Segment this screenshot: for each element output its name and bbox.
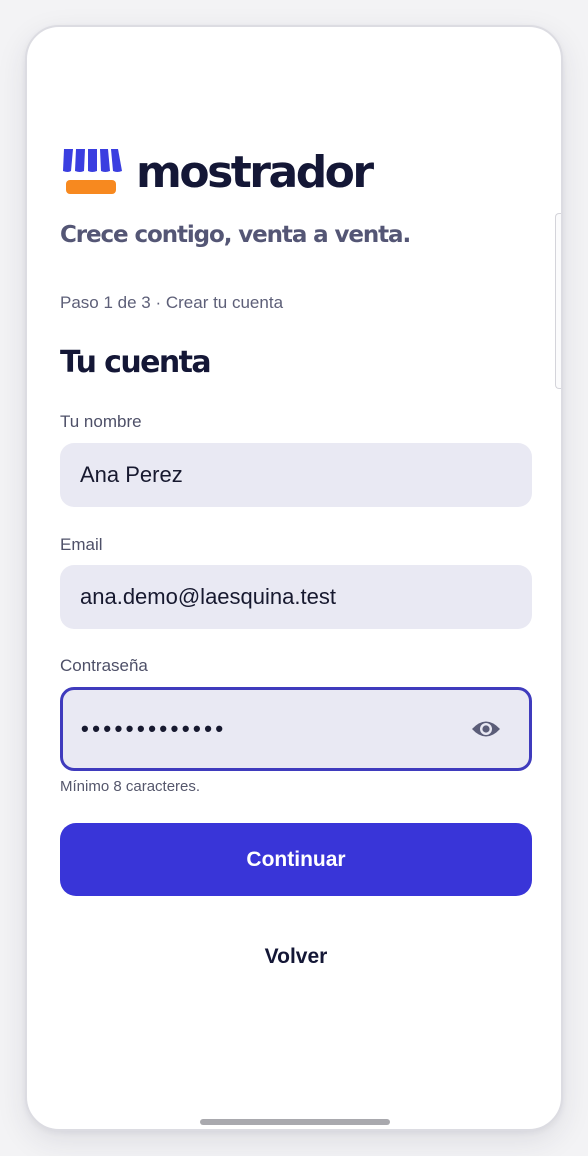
page-title: Tu cuenta — [60, 345, 212, 380]
name-field[interactable]: Ana Perez — [60, 443, 532, 507]
password-field-value: ••••••••••••• — [81, 716, 227, 741]
phone-frame: mostrador Crece contigo, venta a venta. … — [25, 25, 563, 1131]
eye-icon[interactable] — [471, 718, 501, 740]
step-indicator: Paso 1 de 3 · Crear tu cuenta — [60, 293, 284, 312]
back-button[interactable]: Volver — [60, 927, 532, 987]
name-label: Tu nombre — [60, 412, 142, 431]
storefront-awning-icon — [60, 147, 122, 199]
email-field-value: ana.demo@laesquina.test — [80, 584, 336, 609]
brand-header: mostrador — [60, 147, 374, 199]
name-field-value: Ana Perez — [80, 462, 183, 487]
email-label: Email — [60, 535, 103, 554]
brand-name: mostrador — [136, 147, 374, 198]
password-field[interactable]: ••••••••••••• — [60, 687, 532, 771]
password-helper-text: Mínimo 8 caracteres. — [60, 778, 201, 795]
email-field[interactable]: ana.demo@laesquina.test — [60, 565, 532, 629]
scroll-indicator — [555, 213, 561, 389]
password-label: Contraseña — [60, 656, 148, 675]
home-indicator — [200, 1119, 390, 1125]
brand-tagline: Crece contigo, venta a venta. — [60, 222, 411, 248]
continue-button[interactable]: Continuar — [60, 823, 532, 896]
